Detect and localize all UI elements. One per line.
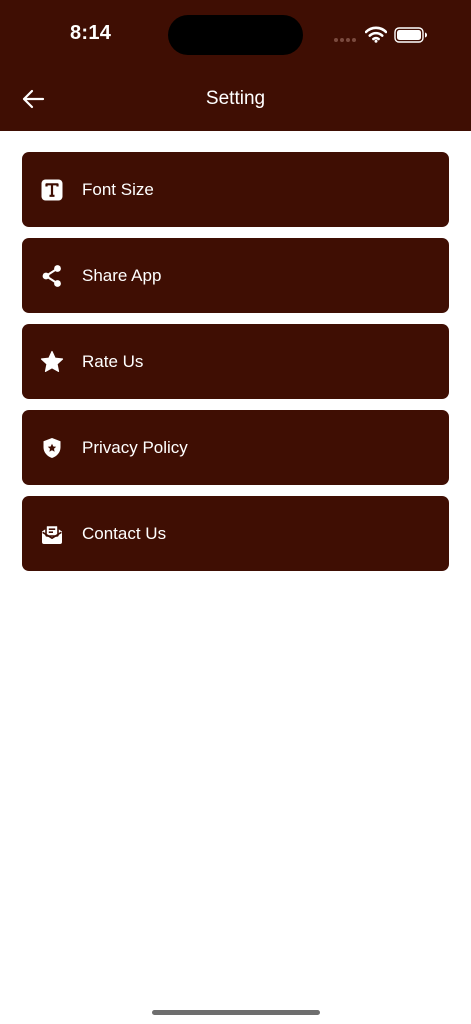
menu-item-rate-us[interactable]: Rate Us — [22, 324, 449, 399]
star-icon — [40, 350, 64, 374]
status-time: 8:14 — [70, 22, 112, 44]
mail-icon — [40, 522, 64, 546]
menu-item-label: Rate Us — [82, 351, 144, 371]
settings-menu: Font Size Share App Rate Us Privacy Poli… — [22, 152, 449, 571]
battery-icon — [394, 27, 427, 43]
menu-item-contact-us[interactable]: Contact Us — [22, 496, 449, 571]
dynamic-island — [168, 15, 303, 55]
menu-item-font-size[interactable]: Font Size — [22, 152, 449, 227]
menu-item-label: Font Size — [82, 179, 154, 199]
wifi-icon — [365, 26, 387, 43]
font-size-icon — [40, 178, 64, 202]
share-icon — [40, 264, 64, 288]
cellular-signal-icon — [334, 38, 356, 42]
menu-item-share-app[interactable]: Share App — [22, 238, 449, 313]
menu-item-label: Share App — [82, 265, 162, 285]
home-indicator[interactable] — [152, 1010, 320, 1015]
menu-item-privacy-policy[interactable]: Privacy Policy — [22, 410, 449, 485]
menu-item-label: Privacy Policy — [82, 437, 188, 457]
menu-item-label: Contact Us — [82, 523, 167, 543]
app-header: 8:14 Setting — [0, 0, 471, 131]
page-title: Setting — [205, 88, 266, 109]
shield-icon — [40, 436, 64, 460]
